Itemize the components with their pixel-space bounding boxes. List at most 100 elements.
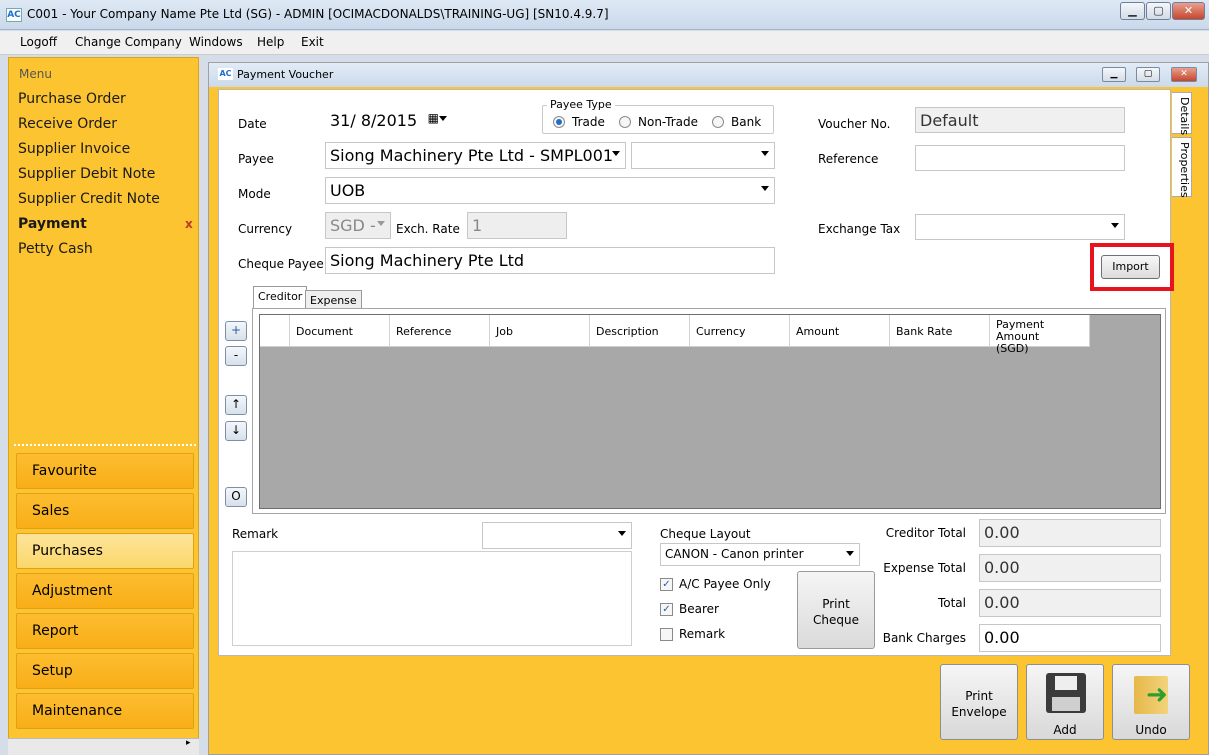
chevron-down-icon[interactable] — [1111, 223, 1119, 228]
exch-rate-label: Exch. Rate — [396, 222, 460, 236]
chevron-down-icon[interactable] — [612, 151, 620, 156]
payee-label: Payee — [238, 152, 274, 166]
tab-creditor[interactable]: Creditor — [253, 286, 308, 309]
checkbox-ac-payee-label[interactable]: A/C Payee Only — [679, 577, 771, 591]
remark-select[interactable] — [482, 522, 632, 549]
payee-type-legend: Payee Type — [547, 98, 615, 111]
mode-select[interactable]: UOB — [325, 177, 775, 204]
chevron-down-icon[interactable] — [377, 221, 385, 226]
payee-value: Siong Machinery Pte Ltd - SMPL001 — [330, 146, 614, 165]
calendar-icon[interactable]: ▦ — [428, 111, 439, 125]
checkbox-remark[interactable] — [660, 628, 673, 641]
category-sales[interactable]: Sales — [16, 493, 194, 529]
exch-rate-input[interactable]: 1 — [467, 212, 567, 239]
sidebar-item-receive-order[interactable]: Receive Order — [18, 116, 117, 132]
cheque-payee-input[interactable]: Siong Machinery Pte Ltd — [325, 247, 775, 274]
sidebar-item-supplier-debit-note[interactable]: Supplier Debit Note — [18, 166, 155, 182]
chevron-down-icon[interactable] — [618, 531, 626, 536]
category-report[interactable]: Report — [16, 613, 194, 649]
voucher-field: Default — [915, 107, 1125, 133]
col-payment-amount[interactable]: Payment Amount (SGD) — [989, 315, 1090, 355]
import-button[interactable]: Import — [1101, 255, 1160, 279]
currency-value: SGD - — [330, 216, 376, 235]
col-document[interactable]: Document — [289, 315, 389, 347]
sidebar-header: Menu — [19, 67, 52, 81]
doc-minimize-icon[interactable]: ▁ — [1102, 67, 1126, 82]
date-field[interactable]: 31/ 8/2015 ▦ — [325, 107, 450, 134]
category-adjustment[interactable]: Adjustment — [16, 573, 194, 609]
expense-total-value: 0.00 — [979, 554, 1161, 582]
menu-help[interactable]: Help — [257, 35, 284, 49]
remove-row-button[interactable]: - — [225, 346, 247, 366]
radio-bank[interactable] — [712, 116, 724, 128]
col-bank-rate[interactable]: Bank Rate — [889, 315, 989, 347]
bank-charges-input[interactable]: 0.00 — [979, 624, 1161, 652]
sidebar-item-purchase-order[interactable]: Purchase Order — [18, 91, 126, 107]
document-titlebar — [209, 63, 1208, 87]
currency-select[interactable]: SGD - — [325, 212, 391, 239]
radio-trade[interactable] — [553, 116, 565, 128]
chevron-down-icon[interactable] — [761, 186, 769, 191]
menu-change-company[interactable]: Change Company — [75, 35, 182, 49]
sidebar-item-payment[interactable]: Payment — [18, 216, 87, 232]
sidebar-item-supplier-invoice[interactable]: Supplier Invoice — [18, 141, 130, 157]
radio-non-trade[interactable] — [619, 116, 631, 128]
move-down-button[interactable]: ↓ — [225, 421, 247, 441]
tab-properties[interactable]: Properties — [1172, 137, 1192, 198]
sidebar-footer — [8, 738, 199, 755]
tab-expense[interactable]: Expense — [305, 290, 362, 310]
document-icon: AC — [218, 68, 233, 80]
payee-select[interactable]: Siong Machinery Pte Ltd - SMPL001 — [325, 142, 626, 169]
doc-close-icon[interactable]: ✕ — [1171, 67, 1197, 82]
radio-bank-label[interactable]: Bank — [731, 115, 761, 129]
splitter-grip[interactable] — [14, 444, 196, 448]
add-row-button[interactable]: + — [225, 321, 247, 341]
close-icon[interactable]: ✕ — [1172, 2, 1205, 20]
reference-input[interactable] — [915, 145, 1125, 171]
chevron-down-icon[interactable] — [761, 151, 769, 156]
tab-details[interactable]: Details — [1172, 92, 1192, 135]
sidebar-item-supplier-credit-note[interactable]: Supplier Credit Note — [18, 191, 160, 207]
remark-textarea[interactable] — [232, 551, 632, 646]
chevron-down-icon[interactable] — [439, 116, 447, 121]
category-favourite[interactable]: Favourite — [16, 453, 194, 489]
date-label: Date — [238, 117, 267, 131]
chevron-down-icon[interactable] — [846, 551, 854, 556]
col-description[interactable]: Description — [589, 315, 689, 347]
col-amount[interactable]: Amount — [789, 315, 889, 347]
print-envelope-button[interactable]: Print Envelope — [940, 664, 1018, 740]
cheque-payee-label: Cheque Payee — [238, 257, 324, 271]
sidebar-item-petty-cash[interactable]: Petty Cash — [18, 241, 93, 257]
cheque-layout-select[interactable]: CANON - Canon printer — [660, 543, 860, 566]
payee-extra-select[interactable] — [631, 142, 775, 169]
close-item-icon[interactable]: x — [185, 217, 193, 231]
category-setup[interactable]: Setup — [16, 653, 194, 689]
exchange-tax-select[interactable] — [915, 214, 1125, 240]
radio-trade-label[interactable]: Trade — [572, 115, 605, 129]
category-purchases[interactable]: Purchases — [16, 533, 194, 569]
radio-non-trade-label[interactable]: Non-Trade — [638, 115, 698, 129]
currency-label: Currency — [238, 222, 293, 236]
checkbox-bearer[interactable]: ✓ — [660, 603, 673, 616]
maximize-icon[interactable]: ▢ — [1146, 2, 1171, 20]
minimize-icon[interactable]: ▁ — [1120, 2, 1145, 20]
option-button[interactable]: O — [225, 487, 247, 507]
checkbox-remark-label[interactable]: Remark — [679, 627, 725, 641]
total-label: Total — [937, 596, 966, 610]
col-job[interactable]: Job — [489, 315, 589, 347]
menu-windows[interactable]: Windows — [189, 35, 243, 49]
move-up-button[interactable]: ↑ — [225, 395, 247, 415]
document-title: Payment Voucher — [237, 68, 334, 81]
checkbox-bearer-label[interactable]: Bearer — [679, 602, 719, 616]
col-reference[interactable]: Reference — [389, 315, 489, 347]
bank-charges-label: Bank Charges — [882, 631, 966, 645]
expand-arrow-icon[interactable]: ▸ — [186, 738, 191, 748]
col-currency[interactable]: Currency — [689, 315, 789, 347]
menu-exit[interactable]: Exit — [301, 35, 324, 49]
category-maintenance[interactable]: Maintenance — [16, 693, 194, 729]
floppy-disk-label — [1055, 676, 1077, 690]
checkbox-ac-payee[interactable]: ✓ — [660, 578, 673, 591]
doc-maximize-icon[interactable]: ▢ — [1136, 67, 1160, 82]
print-cheque-button[interactable]: Print Cheque — [797, 571, 875, 649]
menu-logoff[interactable]: Logoff — [20, 35, 57, 49]
